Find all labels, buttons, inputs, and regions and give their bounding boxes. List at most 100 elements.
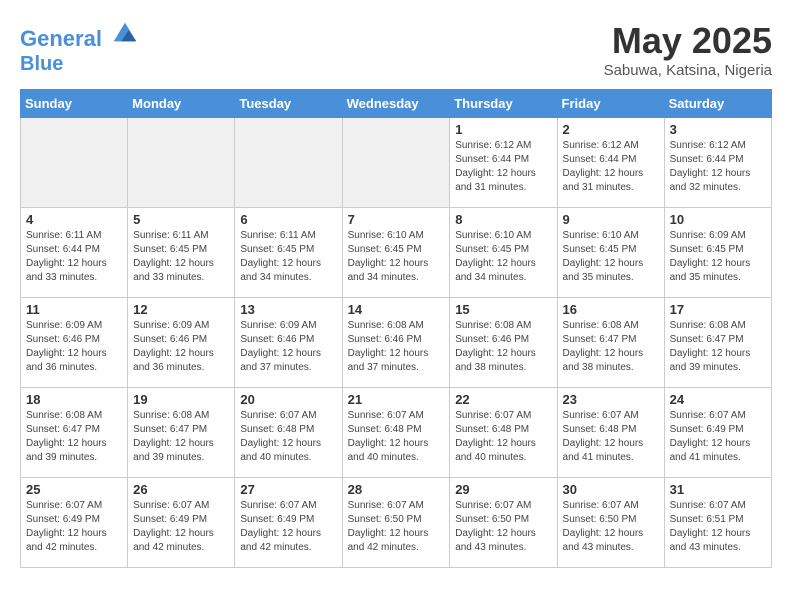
- day-number: 11: [26, 302, 122, 317]
- calendar-cell: [21, 118, 128, 208]
- day-info: Sunrise: 6:07 AM Sunset: 6:50 PM Dayligh…: [348, 499, 445, 555]
- day-info: Sunrise: 6:12 AM Sunset: 6:44 PM Dayligh…: [563, 139, 659, 195]
- calendar-cell: [128, 118, 235, 208]
- day-info: Sunrise: 6:12 AM Sunset: 6:44 PM Dayligh…: [455, 139, 551, 195]
- weekday-header-friday: Friday: [557, 90, 664, 118]
- calendar-cell: 14 Sunrise: 6:08 AM Sunset: 6:46 PM Dayli…: [342, 298, 450, 388]
- logo-general: General: [20, 26, 102, 51]
- calendar-cell: 7 Sunrise: 6:10 AM Sunset: 6:45 PM Daylig…: [342, 208, 450, 298]
- calendar-cell: 24Sunrise: 6:07 AM Sunset: 6:49 PM Dayli…: [664, 388, 771, 478]
- day-info: Sunrise: 6:09 AM Sunset: 6:46 PM Dayligh…: [26, 319, 122, 375]
- weekday-header-saturday: Saturday: [664, 90, 771, 118]
- day-number: 25: [26, 482, 122, 497]
- calendar-week-5: 25 Sunrise: 6:07 AM Sunset: 6:49 PM Dayli…: [21, 478, 772, 568]
- calendar-cell: 21 Sunrise: 6:07 AM Sunset: 6:48 PM Dayli…: [342, 388, 450, 478]
- weekday-header-monday: Monday: [128, 90, 235, 118]
- calendar-cell: 19Sunrise: 6:08 AM Sunset: 6:47 PM Dayli…: [128, 388, 235, 478]
- calendar-cell: 13 Sunrise: 6:09 AM Sunset: 6:46 PM Dayli…: [235, 298, 342, 388]
- day-number: 20: [240, 392, 336, 407]
- calendar-cell: 4Sunrise: 6:11 AM Sunset: 6:44 PM Daylig…: [21, 208, 128, 298]
- calendar-cell: 17Sunrise: 6:08 AM Sunset: 6:47 PM Dayli…: [664, 298, 771, 388]
- calendar-table: SundayMondayTuesdayWednesdayThursdayFrid…: [20, 89, 772, 568]
- calendar-cell: 3Sunrise: 6:12 AM Sunset: 6:44 PM Daylig…: [664, 118, 771, 208]
- day-number: 24: [670, 392, 766, 407]
- calendar-cell: [342, 118, 450, 208]
- calendar-cell: 27Sunrise: 6:07 AM Sunset: 6:49 PM Dayli…: [235, 478, 342, 568]
- calendar-cell: 30 Sunrise: 6:07 AM Sunset: 6:50 PM Dayli…: [557, 478, 664, 568]
- calendar-cell: 8Sunrise: 6:10 AM Sunset: 6:45 PM Daylig…: [450, 208, 557, 298]
- day-number: 13: [240, 302, 336, 317]
- day-info: Sunrise: 6:09 AM Sunset: 6:46 PM Dayligh…: [240, 319, 336, 375]
- month-title: May 2025: [604, 20, 772, 62]
- calendar-cell: 20 Sunrise: 6:07 AM Sunset: 6:48 PM Dayli…: [235, 388, 342, 478]
- weekday-header-thursday: Thursday: [450, 90, 557, 118]
- day-info: Sunrise: 6:07 AM Sunset: 6:49 PM Dayligh…: [133, 499, 229, 555]
- day-number: 26: [133, 482, 229, 497]
- day-info: Sunrise: 6:09 AM Sunset: 6:46 PM Dayligh…: [133, 319, 229, 375]
- calendar-cell: 26 Sunrise: 6:07 AM Sunset: 6:49 PM Dayli…: [128, 478, 235, 568]
- day-number: 29: [455, 482, 551, 497]
- day-number: 16: [563, 302, 659, 317]
- day-info: Sunrise: 6:07 AM Sunset: 6:48 PM Dayligh…: [348, 409, 445, 465]
- day-info: Sunrise: 6:09 AM Sunset: 6:45 PM Dayligh…: [670, 229, 766, 285]
- calendar-cell: 25 Sunrise: 6:07 AM Sunset: 6:49 PM Dayli…: [21, 478, 128, 568]
- day-number: 12: [133, 302, 229, 317]
- day-number: 15: [455, 302, 551, 317]
- day-info: Sunrise: 6:12 AM Sunset: 6:44 PM Dayligh…: [670, 139, 766, 195]
- day-info: Sunrise: 6:11 AM Sunset: 6:45 PM Dayligh…: [133, 229, 229, 285]
- calendar-cell: 12 Sunrise: 6:09 AM Sunset: 6:46 PM Dayli…: [128, 298, 235, 388]
- day-number: 14: [348, 302, 445, 317]
- location: Sabuwa, Katsina, Nigeria: [604, 62, 772, 79]
- weekday-header-row: SundayMondayTuesdayWednesdayThursdayFrid…: [21, 90, 772, 118]
- day-number: 28: [348, 482, 445, 497]
- day-number: 9: [563, 212, 659, 227]
- day-info: Sunrise: 6:07 AM Sunset: 6:50 PM Dayligh…: [563, 499, 659, 555]
- day-info: Sunrise: 6:07 AM Sunset: 6:50 PM Dayligh…: [455, 499, 551, 555]
- day-number: 30: [563, 482, 659, 497]
- calendar-cell: 29 Sunrise: 6:07 AM Sunset: 6:50 PM Dayli…: [450, 478, 557, 568]
- calendar-cell: 2 Sunrise: 6:12 AM Sunset: 6:44 PM Daylig…: [557, 118, 664, 208]
- calendar-cell: 18 Sunrise: 6:08 AM Sunset: 6:47 PM Dayli…: [21, 388, 128, 478]
- day-info: Sunrise: 6:08 AM Sunset: 6:46 PM Dayligh…: [348, 319, 445, 375]
- day-number: 18: [26, 392, 122, 407]
- day-number: 27: [240, 482, 336, 497]
- day-number: 2: [563, 122, 659, 137]
- day-number: 1: [455, 122, 551, 137]
- day-number: 7: [348, 212, 445, 227]
- day-number: 10: [670, 212, 766, 227]
- weekday-header-wednesday: Wednesday: [342, 90, 450, 118]
- day-info: Sunrise: 6:07 AM Sunset: 6:49 PM Dayligh…: [26, 499, 122, 555]
- calendar-cell: [235, 118, 342, 208]
- day-number: 21: [348, 392, 445, 407]
- calendar-cell: 1 Sunrise: 6:12 AM Sunset: 6:44 PM Daylig…: [450, 118, 557, 208]
- calendar-cell: 15 Sunrise: 6:08 AM Sunset: 6:46 PM Dayli…: [450, 298, 557, 388]
- day-info: Sunrise: 6:08 AM Sunset: 6:46 PM Dayligh…: [455, 319, 551, 375]
- day-info: Sunrise: 6:08 AM Sunset: 6:47 PM Dayligh…: [563, 319, 659, 375]
- logo-text: General: [20, 20, 140, 51]
- day-info: Sunrise: 6:07 AM Sunset: 6:48 PM Dayligh…: [240, 409, 336, 465]
- calendar-cell: 9Sunrise: 6:10 AM Sunset: 6:45 PM Daylig…: [557, 208, 664, 298]
- title-block: May 2025 Sabuwa, Katsina, Nigeria: [604, 20, 772, 79]
- calendar-cell: 16 Sunrise: 6:08 AM Sunset: 6:47 PM Dayli…: [557, 298, 664, 388]
- calendar-cell: 31 Sunrise: 6:07 AM Sunset: 6:51 PM Dayli…: [664, 478, 771, 568]
- day-number: 5: [133, 212, 229, 227]
- day-info: Sunrise: 6:10 AM Sunset: 6:45 PM Dayligh…: [348, 229, 445, 285]
- day-info: Sunrise: 6:07 AM Sunset: 6:48 PM Dayligh…: [563, 409, 659, 465]
- day-number: 17: [670, 302, 766, 317]
- calendar-week-4: 18 Sunrise: 6:08 AM Sunset: 6:47 PM Dayli…: [21, 388, 772, 478]
- calendar-cell: 6Sunrise: 6:11 AM Sunset: 6:45 PM Daylig…: [235, 208, 342, 298]
- logo-icon: [110, 18, 140, 46]
- day-info: Sunrise: 6:08 AM Sunset: 6:47 PM Dayligh…: [26, 409, 122, 465]
- logo: General Blue: [20, 20, 140, 75]
- calendar-week-3: 11 Sunrise: 6:09 AM Sunset: 6:46 PM Dayli…: [21, 298, 772, 388]
- weekday-header-sunday: Sunday: [21, 90, 128, 118]
- day-number: 6: [240, 212, 336, 227]
- day-info: Sunrise: 6:08 AM Sunset: 6:47 PM Dayligh…: [133, 409, 229, 465]
- day-info: Sunrise: 6:10 AM Sunset: 6:45 PM Dayligh…: [455, 229, 551, 285]
- calendar-cell: 5 Sunrise: 6:11 AM Sunset: 6:45 PM Daylig…: [128, 208, 235, 298]
- day-info: Sunrise: 6:07 AM Sunset: 6:51 PM Dayligh…: [670, 499, 766, 555]
- day-number: 31: [670, 482, 766, 497]
- calendar-cell: 22Sunrise: 6:07 AM Sunset: 6:48 PM Dayli…: [450, 388, 557, 478]
- calendar-cell: 11 Sunrise: 6:09 AM Sunset: 6:46 PM Dayli…: [21, 298, 128, 388]
- day-info: Sunrise: 6:07 AM Sunset: 6:48 PM Dayligh…: [455, 409, 551, 465]
